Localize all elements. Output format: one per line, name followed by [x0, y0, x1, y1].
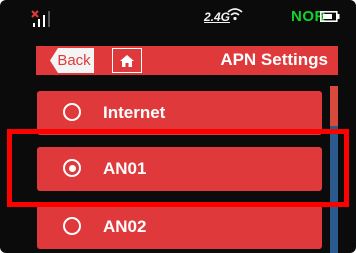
apn-item-an02[interactable]: AN02 — [37, 205, 322, 249]
battery-icon — [320, 11, 340, 22]
radio-unchecked-icon[interactable] — [63, 217, 81, 235]
page-title: APN Settings — [220, 50, 328, 69]
page-header: Back APN Settings — [36, 46, 338, 75]
signal-strength-icon — [31, 10, 50, 27]
radio-checked-icon[interactable] — [63, 159, 81, 177]
back-button[interactable]: Back — [50, 48, 94, 73]
apn-item-label: Internet — [103, 103, 166, 122]
home-icon — [120, 54, 134, 67]
wifi-icon — [227, 8, 243, 21]
apn-item-an01[interactable]: AN01 — [37, 147, 322, 191]
status-bar: 2.4G NOR — [0, 0, 356, 36]
apn-item-internet[interactable]: Internet — [37, 91, 322, 135]
scrollbar-thumb[interactable] — [330, 86, 338, 126]
apn-item-label: AN02 — [103, 217, 147, 236]
radio-unchecked-icon[interactable] — [63, 103, 81, 121]
home-button[interactable] — [112, 48, 142, 73]
device-screen: 2.4G NOR Back APN Settings Internet AN01 — [0, 0, 356, 253]
apn-item-label: AN01 — [103, 159, 147, 178]
scrollbar[interactable] — [330, 86, 338, 253]
